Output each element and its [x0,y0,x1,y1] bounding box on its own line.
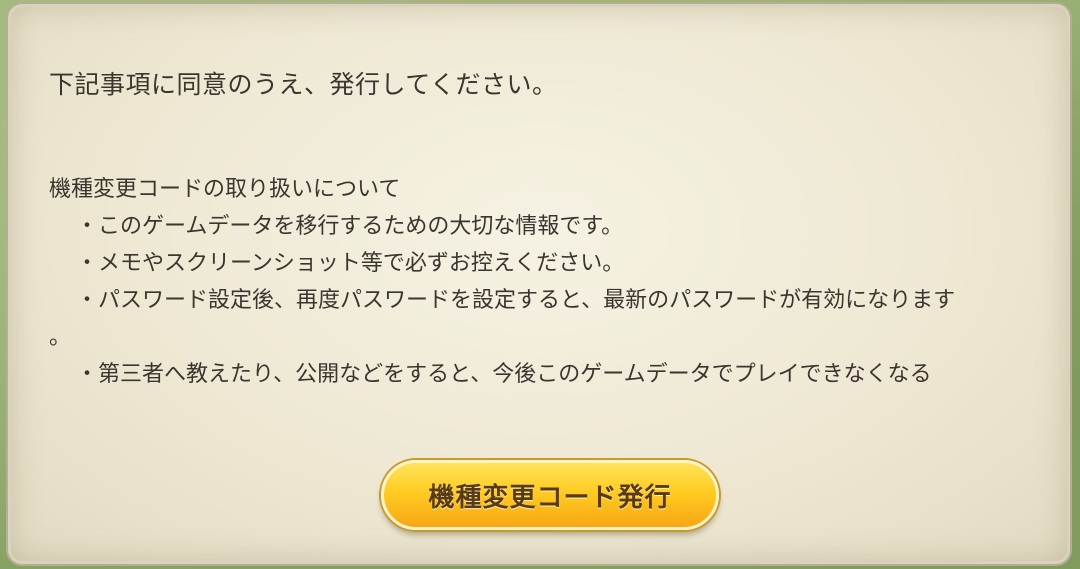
note-text: メモやスクリーンショット等で必ずお控えください。 [98,251,625,276]
note-text: 第三者へ教えたり、公開などをすると、今後このゲームデータでプレイできなくなる [98,362,932,387]
bullet-mark: ・ [76,288,99,313]
notes-section: 機種変更コードの取り扱いについて ・このゲームデータを移行するための大切な情報で… [49,171,1064,393]
dialog-heading: 下記事項に同意のうえ、発行してください。 [49,70,558,99]
note-text: このゲームデータを移行するための大切な情報です。 [98,214,624,239]
bullet-mark: ・ [76,214,99,239]
note-item: ・メモやスクリーンショット等で必ずお控えください。 [49,245,1064,282]
note-wrap-punctuation: 。 [49,325,72,350]
agreement-dialog: 下記事項に同意のうえ、発行してください。 機種変更コードの取り扱いについて ・こ… [8,4,1070,564]
note-item: ・このゲームデータを移行するための大切な情報です。 [49,208,1064,245]
note-text: パスワード設定後、再度パスワードを設定すると、最新のパスワードが有効になります [98,288,956,313]
notes-title: 機種変更コードの取り扱いについて [49,177,401,202]
bullet-mark: ・ [76,362,99,387]
note-item: ・第三者へ教えたり、公開などをすると、今後このゲームデータでプレイできなくなる [49,356,1064,393]
issue-button-label: 機種変更コード発行 [428,482,672,513]
bullet-mark: ・ [76,251,99,276]
issue-transfer-code-button[interactable]: 機種変更コード発行 [381,460,719,530]
note-item: ・パスワード設定後、再度パスワードを設定すると、最新のパスワードが有効になります [49,282,1064,319]
